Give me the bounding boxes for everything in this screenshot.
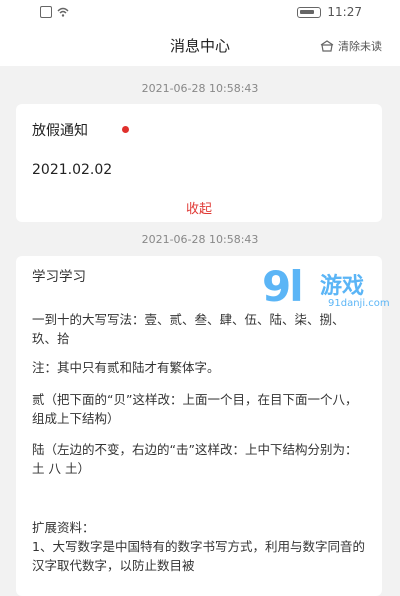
status-time: 11:27 — [327, 5, 362, 19]
battery-icon — [297, 6, 322, 18]
message-line: 陆（左边的不变，右边的“击”这样改：上中下结构分别为：土 八 土） — [32, 442, 358, 476]
message-time: 2021-06-28 10:58:43 — [141, 233, 259, 246]
watermark-name: 游戏 — [320, 274, 365, 299]
watermark-logo: 9l 游戏 91danji.com — [262, 262, 400, 322]
status-right: 11:27 — [297, 5, 362, 19]
header-bar: 消息中心 清除未读 — [0, 26, 400, 66]
collapse-button[interactable]: 收起 — [16, 198, 382, 217]
wifi-icon — [57, 7, 69, 17]
message-time: 2021-06-28 10:58:43 — [141, 82, 259, 95]
status-bar: 11:27 — [0, 0, 400, 26]
status-left — [40, 6, 69, 18]
message-content: 2021.02.02 — [32, 162, 113, 178]
message-line: 1、大写数字是中国特有的数字书写方式，利用与数字同音的汉字取代数字，以防止数目被 — [32, 539, 365, 573]
message-card[interactable]: 放假通知 2021.02.02 收起 — [16, 104, 382, 222]
watermark-logo-mark: 9l — [262, 262, 304, 311]
message-line: 注：其中只有贰和陆才有繁体字。 — [32, 360, 220, 375]
watermark-url: 91danji.com — [328, 298, 390, 309]
clear-unread-button[interactable]: 清除未读 — [320, 38, 382, 54]
message-line: 贰（把下面的“贝”这样改：上面一个目，在目下面一个八，组成上下结构） — [32, 392, 358, 426]
clear-unread-label: 清除未读 — [338, 40, 382, 53]
message-title: 放假通知 — [32, 123, 88, 139]
unread-dot — [122, 126, 129, 133]
clear-icon — [320, 40, 334, 52]
sim-card-icon — [40, 6, 52, 18]
message-line: 扩展资料： — [32, 520, 95, 535]
